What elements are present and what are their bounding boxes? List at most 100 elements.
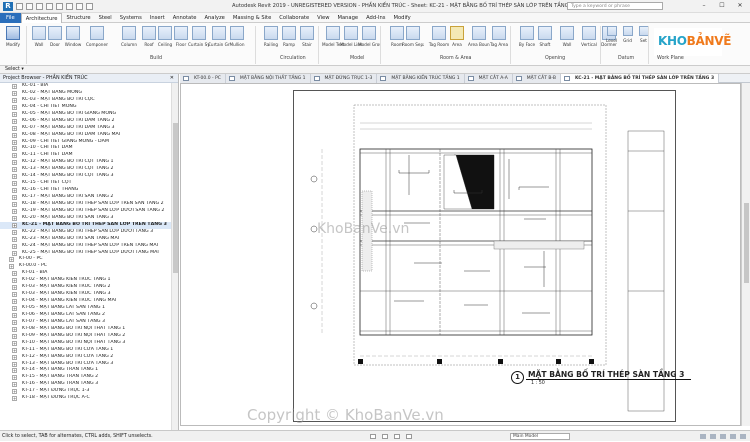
expand-icon[interactable]: +	[12, 125, 17, 131]
browser-item[interactable]: + KC-04 - CHI TIẾT MÓNG	[0, 104, 172, 111]
browser-item[interactable]: + KT-11 - MẶT BẰNG BỐ TRÍ CỬA TẦNG 1	[0, 347, 172, 354]
browser-item[interactable]: + KC-24 - MẶT BẰNG BỐ TRÍ THÉP SÀN LỚP TR…	[0, 243, 172, 250]
tag-area-button[interactable]: Tag Area	[488, 25, 510, 55]
expand-icon[interactable]: +	[12, 389, 17, 395]
modify-button[interactable]: Modify	[2, 25, 24, 55]
grid-button[interactable]: Grid	[620, 25, 635, 55]
browser-scrollbar[interactable]	[171, 83, 178, 430]
expand-icon[interactable]: +	[12, 146, 17, 152]
browser-item[interactable]: + KT-10 - MẶT BẰNG BỐ TRÍ NỘI THẤT TẦNG 3	[0, 340, 172, 347]
expand-icon[interactable]: +	[9, 257, 14, 263]
component-button[interactable]: Component	[86, 25, 108, 55]
view-tab[interactable]: MẶT ĐỨNG TRỤC 1-3	[310, 74, 378, 83]
tab-file[interactable]: File	[0, 12, 21, 23]
expand-icon[interactable]: +	[12, 229, 17, 235]
curtain-system-button[interactable]: Curtain System	[188, 25, 210, 55]
expand-icon[interactable]: +	[12, 340, 17, 346]
tab-analyze[interactable]: Analyze	[200, 13, 228, 23]
tab-manage[interactable]: Manage	[333, 13, 362, 23]
search-input[interactable]: Type a keyword or phrase	[567, 2, 663, 10]
view-tab[interactable]: MẶT BẰNG KIẾN TRÚC TẦNG 1	[377, 74, 465, 83]
browser-item[interactable]: + KT-17 - MẶT ĐỨNG TRỤC 1-3	[0, 388, 172, 395]
tab-collaborate[interactable]: Collaborate	[275, 13, 313, 23]
select-underlay-icon[interactable]	[700, 434, 706, 439]
view-tab[interactable]: MẶT CẮT B-B	[512, 74, 561, 83]
print-icon[interactable]	[56, 3, 63, 10]
scroll-thumb[interactable]	[173, 123, 178, 273]
stair-button[interactable]: Stair	[296, 25, 318, 55]
browser-item[interactable]: + KC-25 - MẶT BẰNG BỐ TRÍ THÉP SÀN LỚP DƯ…	[0, 250, 172, 257]
expand-icon[interactable]: +	[12, 208, 17, 214]
filter-count-icon[interactable]	[740, 434, 746, 439]
expand-icon[interactable]: +	[12, 368, 17, 374]
expand-icon[interactable]: +	[12, 132, 17, 138]
design-options-icon[interactable]	[382, 434, 388, 439]
browser-item[interactable]: + KT-08 - MẶT BẰNG BỐ TRÍ NỘI THẤT TẦNG 1	[0, 326, 172, 333]
browser-item[interactable]: + KT-09 - MẶT BẰNG BỐ TRÍ NỘI THẤT TẦNG 2	[0, 333, 172, 340]
browser-item[interactable]: + KT-18 - MẶT ĐỨNG TRỤC A-C	[0, 395, 172, 402]
browser-item[interactable]: + KT-06 - MẶT BẰNG LÁT SÀN TẦNG 2	[0, 312, 172, 319]
expand-icon[interactable]: +	[12, 188, 17, 194]
filter-icon[interactable]	[394, 434, 400, 439]
view-tab[interactable]: KT-00.0 - PC	[180, 74, 226, 83]
undo-icon[interactable]	[36, 3, 43, 10]
expand-icon[interactable]: +	[12, 299, 17, 305]
browser-item[interactable]: + KT-04 - MẶT BẰNG KIẾN TRÚC TẦNG MÁI	[0, 298, 172, 305]
browser-item[interactable]: + KC-09 - CHI TIẾT GIẰNG MÓNG - DẦM	[0, 139, 172, 146]
browser-item[interactable]: + KC-01 - BÌA	[0, 83, 172, 90]
area-button[interactable]: Area	[446, 25, 468, 55]
browser-item[interactable]: + KT-13 - MẶT BẰNG BỐ TRÍ CỬA TẦNG 3	[0, 361, 172, 368]
expand-icon[interactable]: +	[12, 312, 17, 318]
browser-item[interactable]: + KT-03 - MẶT BẰNG KIẾN TRÚC TẦNG 3	[0, 291, 172, 298]
browser-item[interactable]: + KC-18 - MẶT BẰNG BỐ TRÍ THÉP SÀN LỚP TR…	[0, 201, 172, 208]
expand-icon[interactable]: +	[12, 90, 17, 96]
expand-icon[interactable]: +	[12, 181, 17, 187]
expand-icon[interactable]: +	[12, 250, 17, 256]
expand-icon[interactable]: +	[12, 174, 17, 180]
browser-item[interactable]: + KC-06 - MẶT BẰNG BỐ TRÍ DẦM TẦNG 2	[0, 118, 172, 125]
browser-item[interactable]: + KC-19 - MẶT BẰNG BỐ TRÍ THÉP SÀN LỚP DƯ…	[0, 208, 172, 215]
browser-item[interactable]: + KC-12 - MẶT BẰNG BỐ TRÍ CỘT TẦNG 1	[0, 159, 172, 166]
expand-icon[interactable]: +	[12, 139, 17, 145]
select-links-icon[interactable]	[406, 434, 412, 439]
browser-item[interactable]: + KC-13 - MẶT BẰNG BỐ TRÍ CỘT TẦNG 2	[0, 166, 172, 173]
browser-item[interactable]: + KC-03 - MẶT BẰNG BỐ TRÍ CỌC	[0, 97, 172, 104]
browser-item[interactable]: + KC-21 - MẶT BẰNG BỐ TRÍ THÉP SÀN LỚP TR…	[0, 221, 172, 229]
3d-view-icon[interactable]	[86, 3, 93, 10]
drag-elements-icon[interactable]	[730, 434, 736, 439]
view-tab[interactable]: MẶT CẮT A-A	[464, 74, 513, 83]
tab-add-ins[interactable]: Add-Ins	[362, 13, 389, 23]
expand-icon[interactable]: +	[12, 201, 17, 207]
drawing-canvas[interactable]: 1 MẶT BẰNG BỐ TRÍ THÉP SÀN TẦNG 3 1 : 50…	[180, 83, 741, 426]
browser-item[interactable]: + KC-22 - MẶT BẰNG BỐ TRÍ THÉP SÀN LỚP DƯ…	[0, 229, 172, 236]
view-tab[interactable]: KC-21 - MẶT BẰNG BỐ TRÍ THÉP SÀN LỚP TRÊ…	[560, 74, 720, 83]
shaft-button[interactable]: Shaft	[534, 25, 556, 55]
expand-icon[interactable]: +	[12, 326, 17, 332]
browser-item[interactable]: + KC-15 - CHI TIẾT CỘT	[0, 180, 172, 187]
browser-item[interactable]: + KC-16 - CHI TIẾT THANG	[0, 187, 172, 194]
close-icon[interactable]: ✕	[170, 74, 174, 83]
browser-item[interactable]: + KT-03 - MẶT BẰNG KIẾN TRÚC TẦNG 2	[0, 284, 172, 291]
expand-icon[interactable]: +	[12, 104, 17, 110]
tab-modify[interactable]: Modify	[390, 13, 415, 23]
worksets-icon[interactable]	[370, 434, 376, 439]
browser-item[interactable]: + KT-05 - MẶT BẰNG LÁT SÀN TẦNG 1	[0, 305, 172, 312]
tab-architecture[interactable]: Architecture	[20, 12, 63, 23]
browser-item[interactable]: + KT-12 - MẶT BẰNG BỐ TRÍ CỬA TẦNG 2	[0, 354, 172, 361]
redo-icon[interactable]	[46, 3, 53, 10]
browser-item[interactable]: + KC-11 - CHI TIẾT DẦM	[0, 152, 172, 159]
browser-item[interactable]: + KT-14 - MẶT BẰNG TRẦN TẦNG 1	[0, 367, 172, 374]
expand-icon[interactable]: +	[12, 160, 17, 166]
measure-icon[interactable]	[66, 3, 73, 10]
expand-icon[interactable]: +	[12, 243, 17, 249]
browser-item[interactable]: + KC-07 - MẶT BẰNG BỐ TRÍ DẦM TẦNG 3	[0, 125, 172, 132]
select-pinned-icon[interactable]	[710, 434, 716, 439]
model-group-button[interactable]: Model Group	[358, 25, 380, 55]
expand-icon[interactable]: +	[12, 306, 17, 311]
expand-icon[interactable]: +	[12, 167, 17, 173]
browser-item[interactable]: + KC-05 - MẶT BẰNG BỐ TRÍ GIẰNG MÓNG	[0, 111, 172, 118]
tab-massing-site[interactable]: Massing & Site	[229, 13, 275, 23]
expand-icon[interactable]: +	[12, 347, 17, 353]
expand-icon[interactable]: +	[12, 222, 17, 228]
area-boundary-button[interactable]: Area Boundary	[468, 25, 490, 55]
